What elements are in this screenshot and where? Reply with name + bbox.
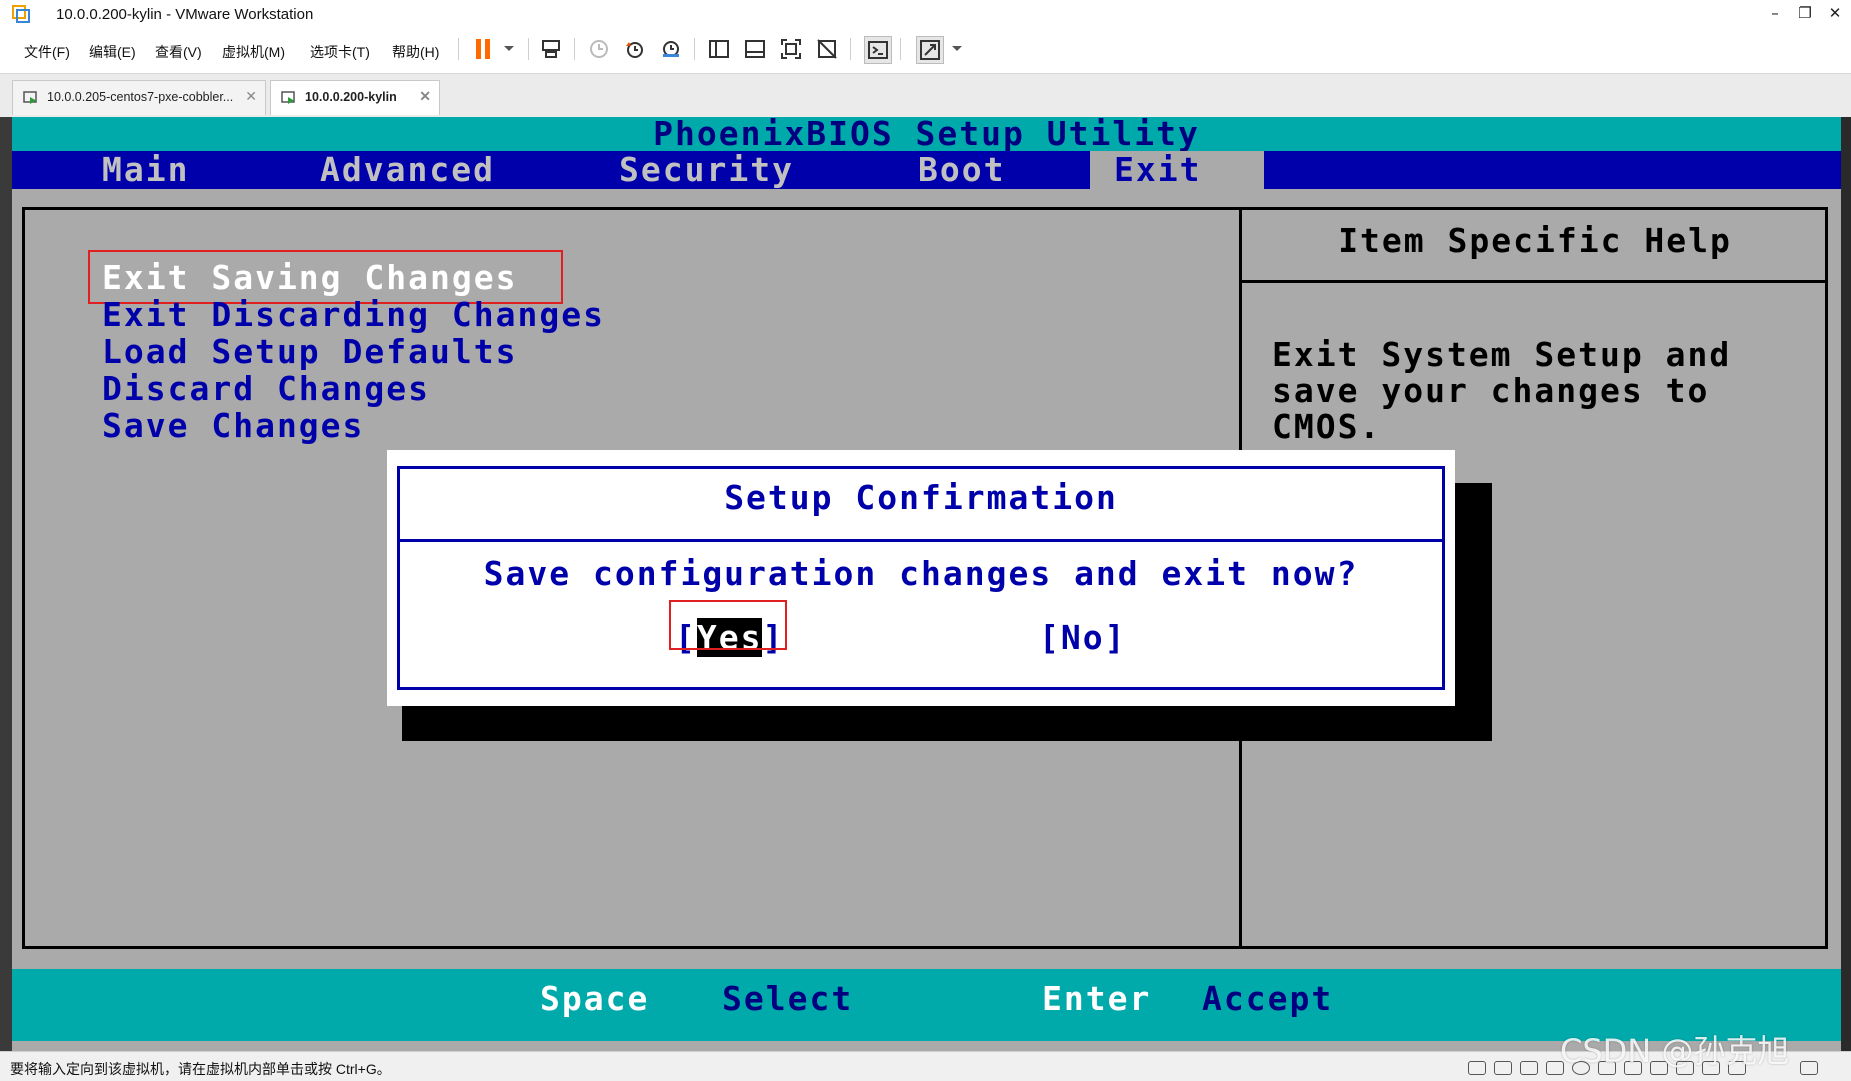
bios-menu-exit[interactable]: Exit [1090,151,1264,189]
console-right-border [1841,117,1851,1051]
help-text-line: CMOS. [1272,407,1382,446]
snapshot-manager-icon[interactable] [658,36,684,62]
tab-kylin-vm[interactable]: 10.0.0.200-kylin ✕ [270,80,440,115]
toolbar-separator [694,38,695,60]
footer-key-space: Space [540,979,650,1018]
menu-file[interactable]: 文件(F) [24,42,70,62]
vm-running-icon [281,91,295,104]
tab-label: 10.0.0.205-centos7-pxe-cobbler... [47,90,234,104]
vm-console[interactable]: PhoenixBIOS Setup Utility Main Advanced … [0,117,1851,1051]
stretch-status-icon[interactable] [1800,1061,1818,1075]
vmware-logo-icon [12,5,30,23]
watermark: CSDN @孙克旭 [1560,1032,1790,1070]
bios-menu-advanced[interactable]: Advanced [310,151,505,189]
setup-confirmation-dialog: Setup Confirmation Save configuration ch… [387,450,1455,706]
menu-view[interactable]: 查看(V) [155,42,202,62]
pause-icon[interactable] [470,36,496,62]
pause-dropdown-icon[interactable] [496,36,522,62]
tab-centos7-vm[interactable]: 10.0.0.205-centos7-pxe-cobbler... ✕ [12,80,266,115]
tab-close-icon[interactable]: ✕ [245,88,257,105]
dialog-title: Setup Confirmation [724,478,1118,517]
bios-title: PhoenixBIOS Setup Utility [653,114,1200,153]
console-left-border [0,117,12,1051]
thumbnail-icon[interactable] [742,36,768,62]
hard-disk-icon[interactable] [1494,1061,1512,1075]
bios-menu-bar: Main Advanced Security Boot Exit [12,151,1841,189]
footer-desc-accept: Accept [1202,979,1334,1018]
help-text-line: save your changes to [1272,371,1710,410]
bios-screen[interactable]: PhoenixBIOS Setup Utility Main Advanced … [12,117,1841,1051]
status-text: 要将输入定向到该虚拟机，请在虚拟机内部单击或按 Ctrl+G。 [10,1061,391,1077]
unity-icon[interactable] [814,36,840,62]
footer-desc-select: Select [722,979,854,1018]
vm-running-icon [23,91,37,104]
toolbar-separator [900,38,901,60]
help-title: Item Specific Help [1338,221,1732,260]
revert-snapshot-icon[interactable] [622,36,648,62]
toolbar-separator [574,38,575,60]
hard-disk-icon[interactable] [1520,1061,1538,1075]
minimize-button[interactable]: – [1762,4,1788,22]
option-save-changes[interactable]: Save Changes [102,406,364,445]
close-button[interactable]: ✕ [1822,4,1848,22]
menu-vm[interactable]: 虚拟机(M) [222,42,285,62]
menu-edit[interactable]: 编辑(E) [89,42,136,62]
stretch-dropdown-icon[interactable] [944,36,970,62]
menu-help[interactable]: 帮助(H) [392,42,439,62]
tab-close-icon[interactable]: ✕ [419,88,431,105]
menu-tabs[interactable]: 选项卡(T) [310,42,370,62]
toolbar-separator [850,38,851,60]
no-button[interactable]: [No] [1039,618,1126,657]
bios-menu-security[interactable]: Security [609,151,804,189]
hard-disk-icon[interactable] [1468,1061,1486,1075]
help-title-separator [1242,280,1828,283]
restore-button[interactable]: ❐ [1792,4,1818,22]
toolbar-separator [528,38,529,60]
footer-key-enter: Enter [1042,979,1152,1018]
help-text-line: Exit System Setup and [1272,335,1732,374]
console-icon[interactable] [864,36,892,64]
fullscreen-icon[interactable] [778,36,804,62]
bios-title-bar: PhoenixBIOS Setup Utility [12,117,1841,151]
option-exit-discarding-changes[interactable]: Exit Discarding Changes [102,295,605,334]
option-discard-changes[interactable]: Discard Changes [102,369,430,408]
sidebar-icon[interactable] [706,36,732,62]
window-titlebar: 10.0.0.200-kylin - VMware Workstation – … [0,0,1851,30]
stretch-icon[interactable] [916,36,944,64]
bios-menu-boot[interactable]: Boot [908,151,1015,189]
bios-menu-main[interactable]: Main [92,151,199,189]
dialog-title-separator [397,539,1445,542]
annotation-highlight-box [669,600,787,650]
send-ctrl-alt-del-icon[interactable] [538,36,564,62]
toolbar-separator [458,38,459,60]
snapshot-icon[interactable] [586,36,612,62]
option-load-setup-defaults[interactable]: Load Setup Defaults [102,332,518,371]
tab-label: 10.0.0.200-kylin [305,90,397,104]
dialog-message: Save configuration changes and exit now? [483,554,1359,593]
window-title: 10.0.0.200-kylin - VMware Workstation [56,6,314,23]
